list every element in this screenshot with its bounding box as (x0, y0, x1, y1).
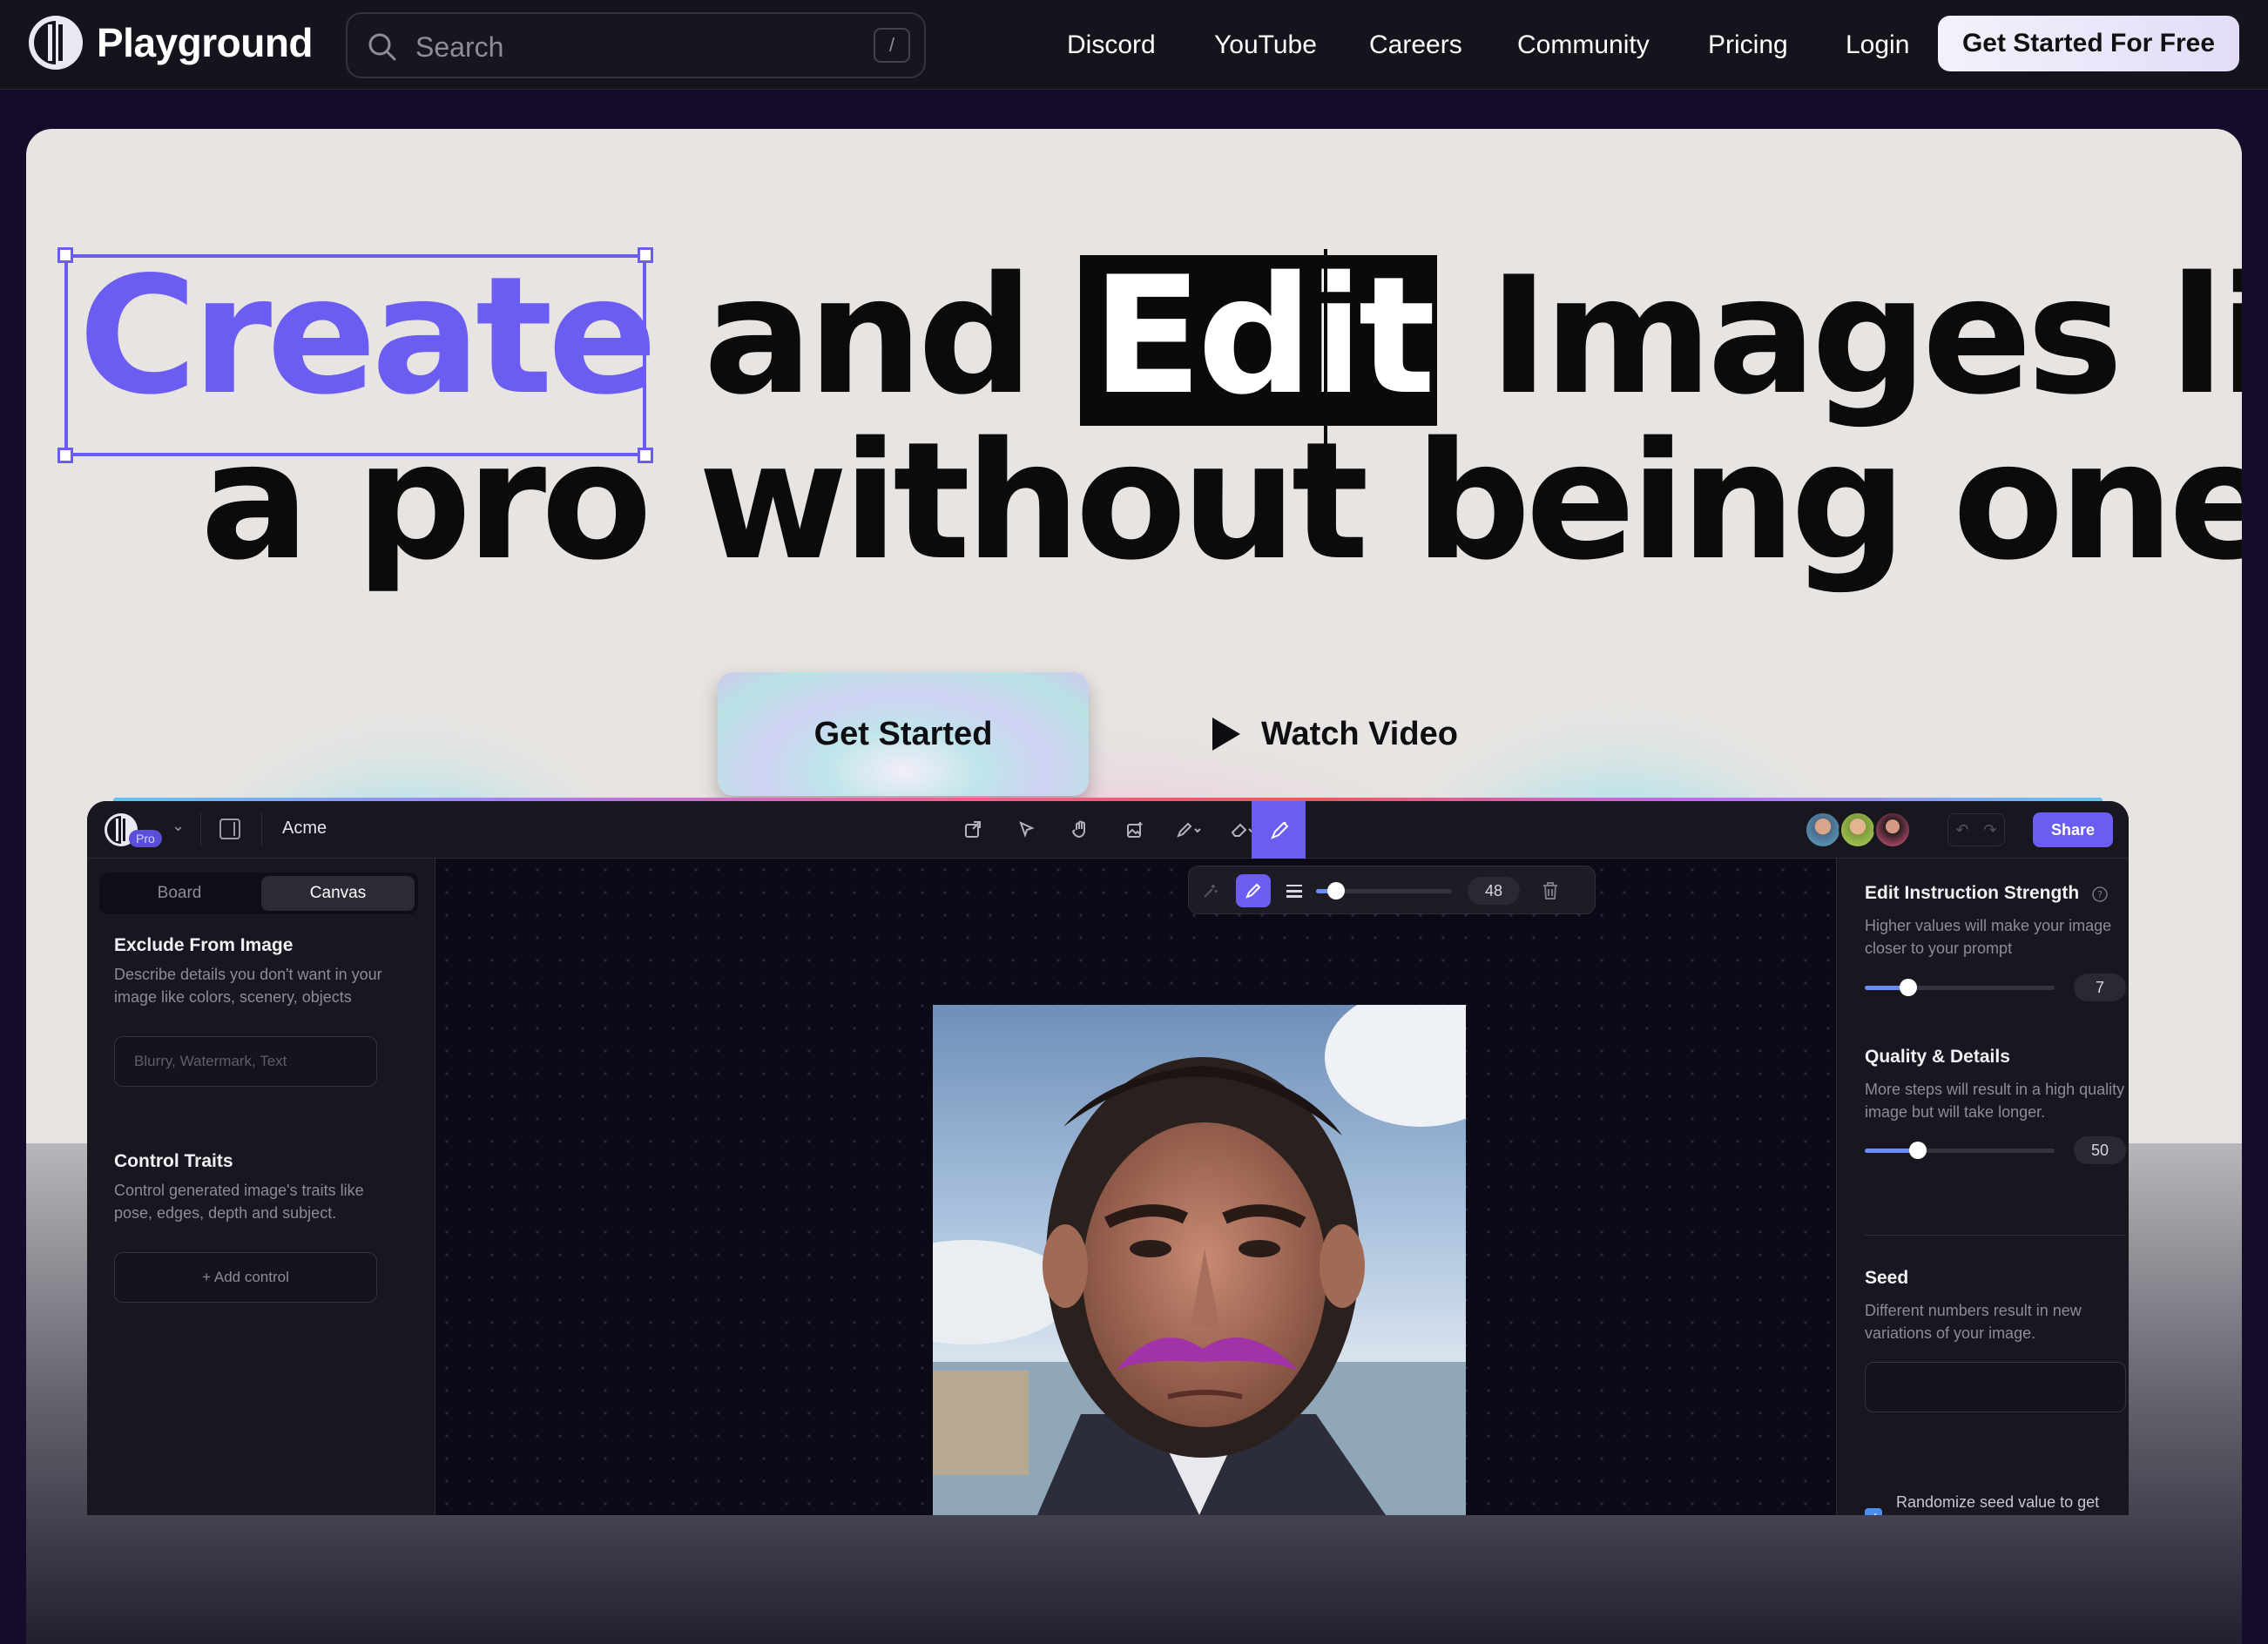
avatar[interactable] (1839, 811, 1877, 849)
search-input[interactable]: Search / (346, 12, 926, 78)
brush-toolbar: 48 (1188, 866, 1596, 914)
brush-size-icon (1281, 878, 1307, 904)
svg-text:?: ? (2097, 889, 2103, 900)
undo-icon[interactable]: ↶ (1955, 821, 1968, 839)
hand-icon[interactable] (1066, 815, 1096, 845)
avatar[interactable] (1804, 811, 1842, 849)
negative-prompt-input[interactable]: Blurry, Watermark, Text (114, 1036, 377, 1087)
tab-canvas[interactable]: Canvas (261, 876, 415, 911)
search-placeholder: Search (415, 31, 504, 63)
search-shortcut-key: / (874, 28, 910, 63)
add-control-button[interactable]: + Add control (114, 1252, 377, 1303)
nav-link-pricing[interactable]: Pricing (1708, 30, 1788, 60)
divider (200, 813, 201, 846)
watch-video-label: Watch Video (1261, 715, 1458, 752)
share-button[interactable]: Share (2033, 812, 2113, 847)
trash-icon[interactable] (1537, 878, 1563, 904)
quality-knob[interactable] (1909, 1142, 1927, 1159)
nav-link-login[interactable]: Login (1846, 30, 1909, 60)
selection-handle (638, 448, 653, 463)
help-icon[interactable]: ? (2091, 886, 2109, 903)
seed-input[interactable] (1865, 1362, 2126, 1412)
strength-knob[interactable] (1900, 979, 1917, 996)
watch-video-button[interactable]: Watch Video (1212, 704, 1458, 765)
cursor-icon[interactable] (1012, 815, 1042, 845)
playground-logo-icon (29, 16, 83, 70)
nav-link-careers[interactable]: Careers (1369, 30, 1462, 60)
canvas-area[interactable]: 48 (435, 859, 1836, 1515)
quality-description: More steps will result in a high quality… (1865, 1081, 2125, 1121)
quality-title: Quality & Details (1865, 1047, 2010, 1067)
seed-description: Different numbers result in new variatio… (1865, 1302, 2082, 1342)
control-traits-description: Control generated image's traits like po… (114, 1182, 364, 1222)
headline-rest-line-1: Images like (1488, 241, 2242, 430)
brush-size-knob[interactable] (1327, 882, 1345, 899)
randomize-seed-checkbox[interactable]: ✓ (1865, 1508, 1882, 1515)
text-caret (1324, 249, 1327, 465)
view-toggle: Board Canvas (99, 873, 418, 914)
strength-title: Edit Instruction Strength (1865, 883, 2080, 903)
pencil-icon (1245, 883, 1261, 899)
portrait-illustration (933, 1005, 1466, 1515)
brand[interactable]: Playground (29, 16, 314, 70)
divider (1865, 1235, 2126, 1236)
strength-description: Higher values will make your image close… (1865, 917, 2112, 957)
pro-badge: Pro (129, 830, 162, 847)
randomize-seed-label: Randomize seed value to get new variatio… (1896, 1493, 2100, 1511)
selection-box (57, 247, 653, 463)
editor-toolbar: Pro ⌄ Acme ↶ ↷ Share (87, 801, 2129, 859)
image-generate-icon[interactable] (1120, 815, 1150, 845)
nav-link-youtube[interactable]: YouTube (1214, 30, 1317, 60)
editor-window: Pro ⌄ Acme ↶ ↷ Share Board Canvas Exclud… (87, 801, 2129, 1515)
exclude-title: Exclude From Image (114, 935, 294, 955)
headline-word-and: and (703, 241, 1034, 430)
import-icon[interactable] (958, 815, 988, 845)
sidebar-toggle-icon[interactable] (219, 819, 240, 839)
pen-tool-icon[interactable] (1174, 815, 1204, 845)
search-icon (368, 33, 396, 61)
brush-mode-button[interactable] (1236, 874, 1271, 907)
tab-board[interactable]: Board (103, 876, 256, 911)
nav-link-community[interactable]: Community (1517, 30, 1650, 60)
headline-word-edit: Edit (1079, 255, 1438, 426)
nav-link-discord[interactable]: Discord (1067, 30, 1156, 60)
quality-value[interactable]: 50 (2074, 1136, 2126, 1164)
magic-brush-icon (1271, 821, 1289, 839)
chevron-down-icon[interactable]: ⌄ (172, 817, 185, 835)
strength-value[interactable]: 7 (2074, 974, 2126, 1001)
selection-handle (57, 448, 73, 463)
get-started-free-button[interactable]: Get Started For Free (1938, 16, 2239, 71)
brush-size-value[interactable]: 48 (1468, 877, 1520, 905)
get-started-button[interactable]: Get Started (718, 672, 1089, 796)
edit-brush-tool[interactable] (1252, 801, 1306, 859)
play-icon (1212, 718, 1240, 751)
selection-handle (57, 247, 73, 263)
brand-name: Playground (97, 20, 314, 65)
top-nav: Playground Search / Discord YouTube Care… (0, 0, 2268, 90)
divider (261, 813, 262, 846)
exclude-description: Describe details you don't want in your … (114, 966, 382, 1006)
left-panel: Board Canvas Exclude From Image Describe… (87, 859, 435, 1515)
right-panel: Edit Instruction Strength ? Higher value… (1836, 859, 2129, 1515)
edited-image[interactable] (933, 1005, 1466, 1515)
undo-redo-group: ↶ ↷ (1947, 813, 2005, 846)
redo-icon[interactable]: ↷ (1983, 821, 1996, 839)
avatar[interactable] (1873, 811, 1912, 849)
selection-handle (638, 247, 653, 263)
magic-wand-icon[interactable] (1198, 878, 1224, 904)
collaborator-avatars (1804, 811, 1912, 849)
control-traits-title: Control Traits (114, 1151, 233, 1171)
workspace-title: Acme (282, 819, 327, 838)
seed-title: Seed (1865, 1268, 1909, 1288)
